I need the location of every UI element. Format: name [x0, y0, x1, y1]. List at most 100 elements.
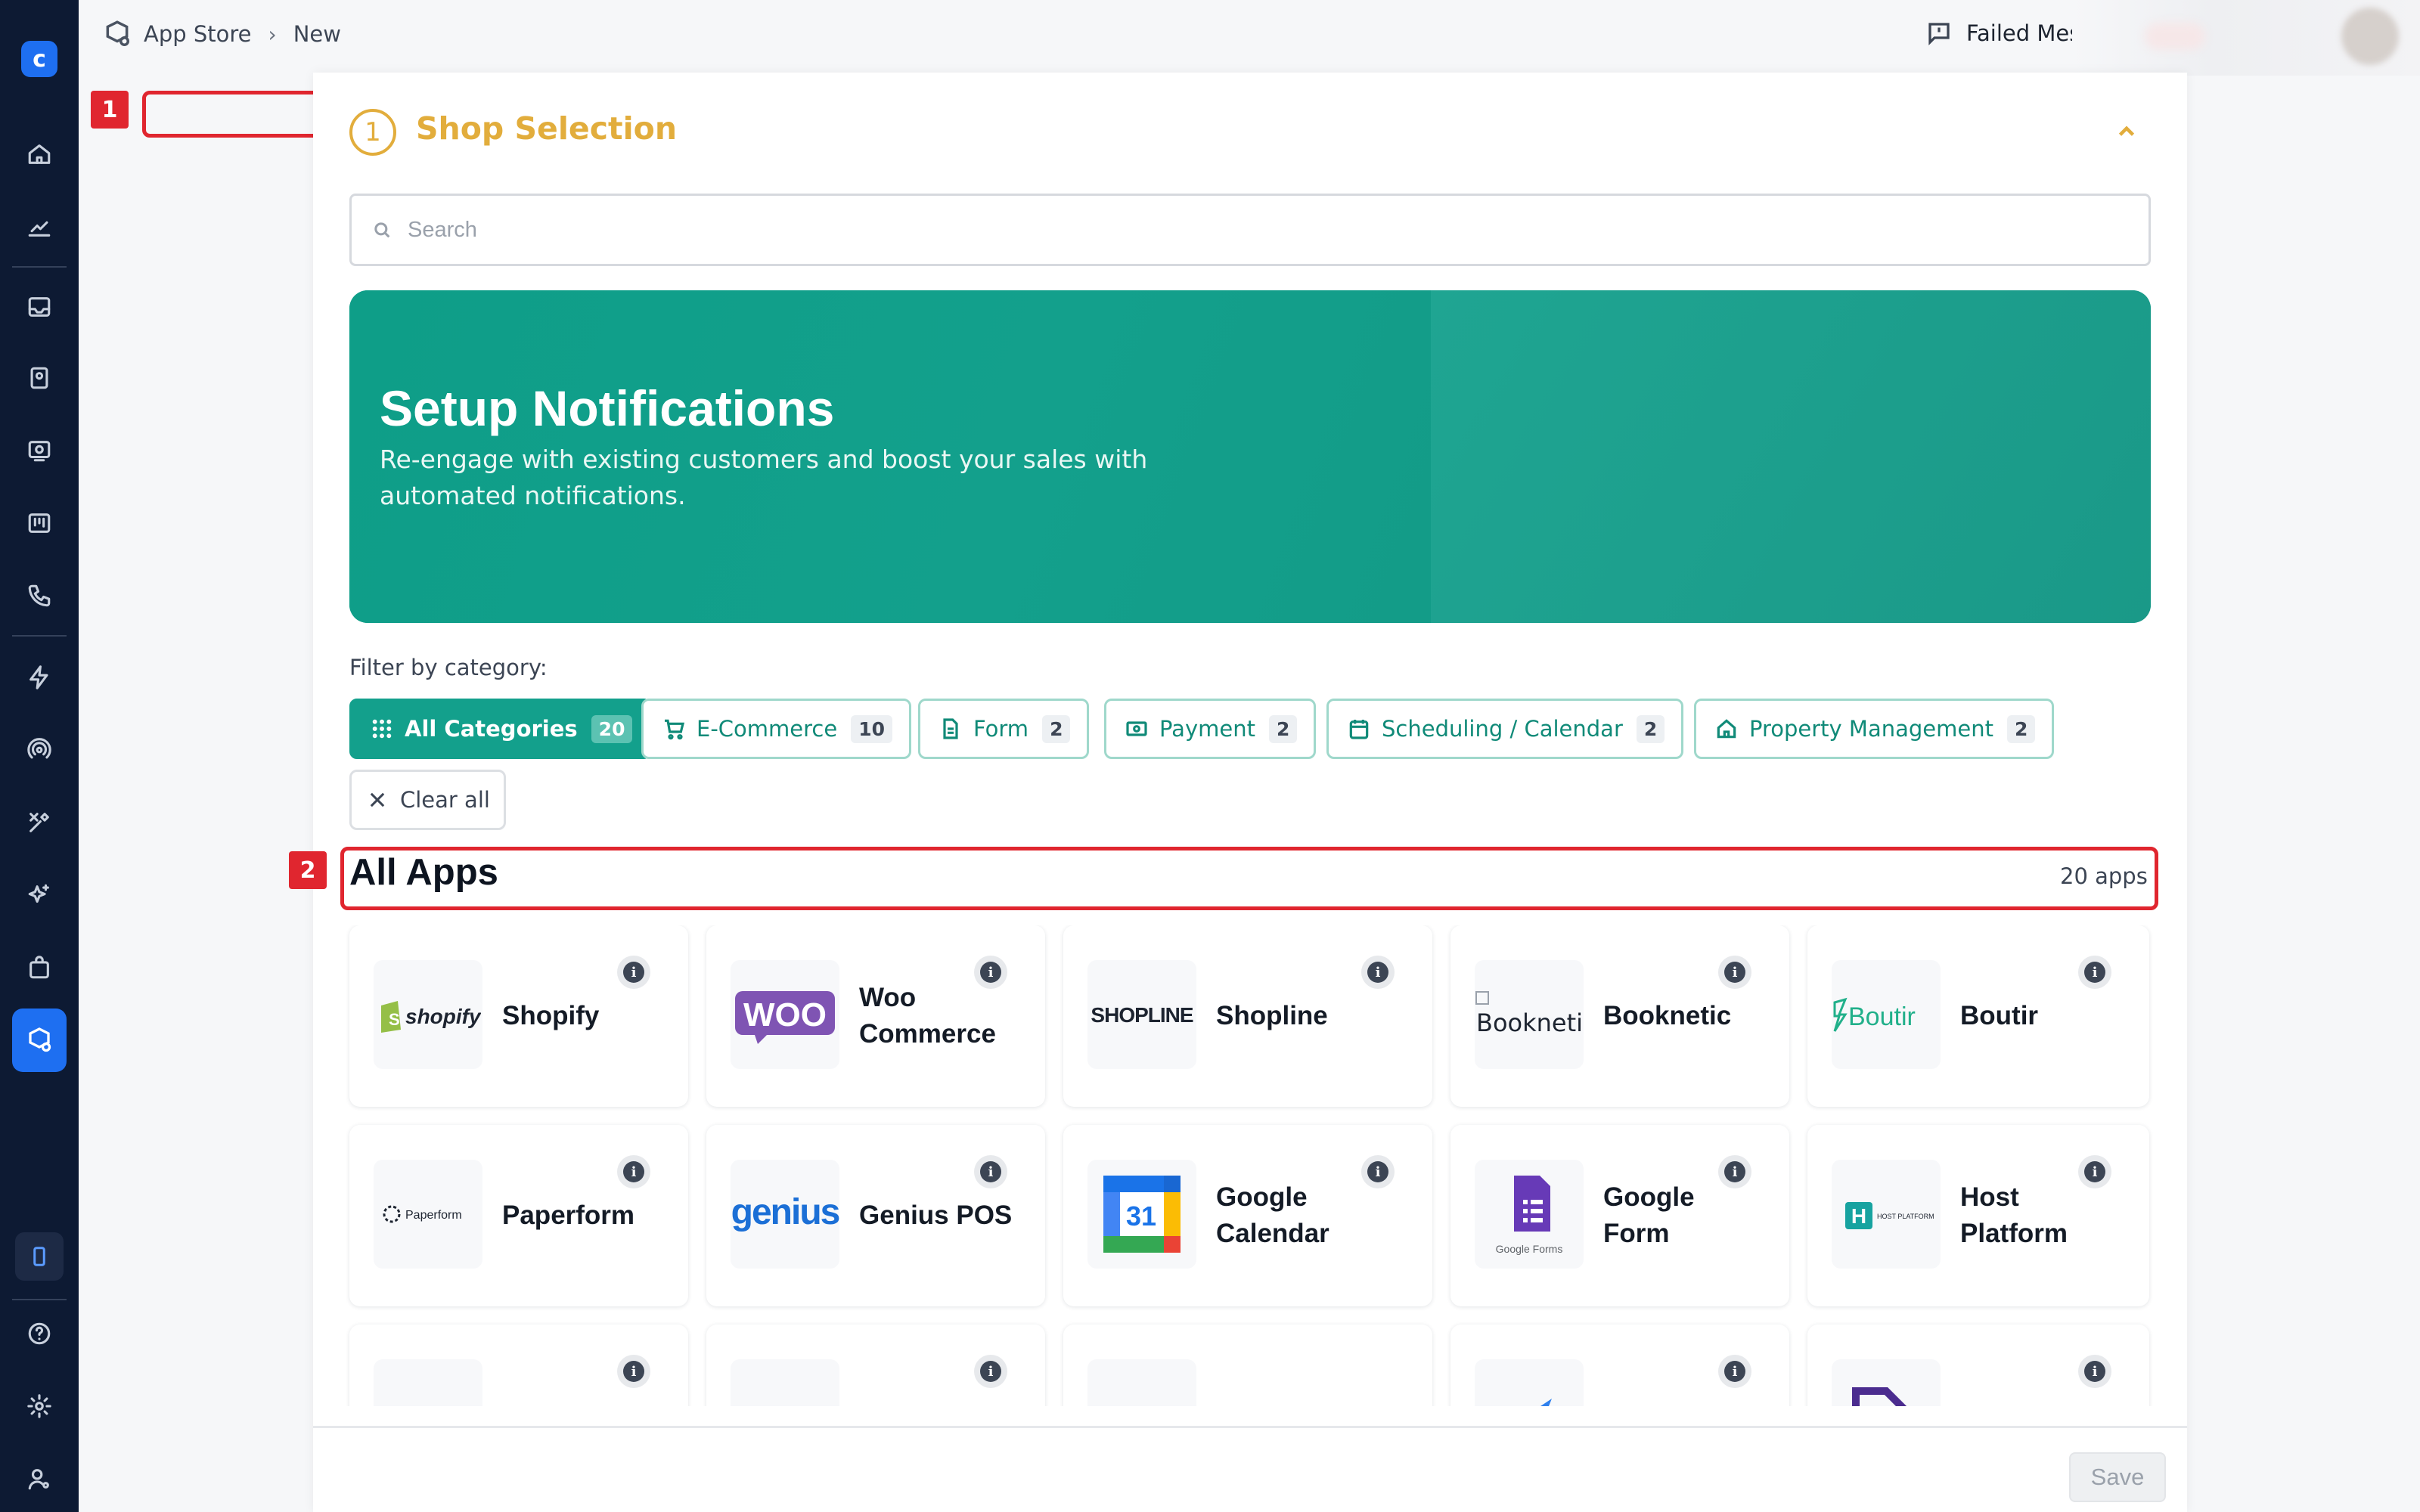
info-icon[interactable]: i — [617, 1155, 650, 1188]
app-name: Google Form — [1603, 1182, 1695, 1248]
logo-text: Google Forms — [1496, 1243, 1563, 1255]
app-name: Host Platform — [1960, 1182, 2068, 1248]
app-card-google-form[interactable]: Google Forms Google Form i — [1450, 1125, 1789, 1306]
chip-count: 2 — [1042, 714, 1071, 743]
app-name: Paperform — [502, 1201, 635, 1230]
info-icon[interactable]: i — [2078, 1355, 2111, 1388]
info-icon[interactable]: i — [2078, 956, 2111, 989]
grid-icon — [372, 719, 392, 739]
failed-messages-link[interactable]: Failed Messages — [1925, 20, 2072, 47]
automation-bolt-icon[interactable] — [24, 662, 54, 692]
category-chip-scheduling[interactable]: Scheduling / Calendar 2 — [1326, 699, 1684, 759]
app-card-partial[interactable]: i — [706, 1325, 1045, 1406]
setup-notifications-banner: Setup Notifications Re-engage with exist… — [349, 290, 2151, 623]
info-icon[interactable]: i — [617, 956, 650, 989]
settings-gear-icon[interactable] — [24, 1391, 54, 1421]
logo-text: shopify — [405, 1005, 481, 1028]
inbox-icon[interactable] — [24, 292, 54, 322]
app-card-partial[interactable]: i — [1807, 1325, 2149, 1406]
info-icon[interactable]: i — [1361, 956, 1395, 989]
failed-messages-label: Failed Messages — [1966, 20, 2072, 46]
app-logo-icon[interactable]: c — [21, 41, 57, 77]
phone-icon[interactable] — [24, 581, 54, 611]
calendar-icon — [1349, 720, 1369, 739]
home-icon[interactable] — [24, 139, 54, 169]
info-icon[interactable]: i — [617, 1355, 650, 1388]
breadcrumb-root[interactable]: App Store — [144, 21, 252, 47]
chip-label: Payment — [1159, 716, 1255, 742]
collapse-chevron-up-icon[interactable] — [2110, 115, 2143, 148]
info-icon[interactable]: i — [974, 956, 1007, 989]
search-input[interactable] — [408, 217, 2071, 243]
app-store-nav-item[interactable] — [12, 1009, 67, 1072]
search-field[interactable] — [349, 194, 2151, 266]
category-chip-all[interactable]: All Categories 20 — [349, 699, 652, 759]
app-card-boutir[interactable]: Boutir Boutir i — [1807, 925, 2149, 1107]
booknetic-logo-broken-image: Booknetic — [1475, 960, 1584, 1069]
channels-signal-icon[interactable] — [24, 735, 54, 765]
help-icon[interactable] — [24, 1318, 54, 1349]
info-icon[interactable]: i — [1361, 1155, 1395, 1188]
app-name: Booknetic — [1603, 1001, 1732, 1030]
avatar[interactable] — [2341, 8, 2399, 65]
boutir-logo: Boutir — [1832, 960, 1941, 1069]
info-icon[interactable]: i — [1718, 1355, 1751, 1388]
chip-count: 10 — [851, 714, 892, 743]
left-nav-rail: c — [0, 0, 79, 1512]
category-chip-payment[interactable]: Payment 2 — [1104, 699, 1317, 759]
svg-text:H: H — [1851, 1204, 1866, 1228]
info-icon[interactable]: i — [974, 1155, 1007, 1188]
chip-count: 20 — [591, 714, 633, 743]
analytics-icon[interactable] — [24, 212, 54, 242]
search-icon — [374, 222, 390, 238]
info-icon[interactable]: i — [1718, 1155, 1751, 1188]
logo-text: genius — [731, 1192, 839, 1232]
category-chip-ecommerce[interactable]: E-Commerce 10 — [641, 699, 911, 759]
mobile-device-icon[interactable] — [15, 1232, 64, 1281]
board-icon[interactable] — [24, 508, 54, 538]
chip-label: Scheduling / Calendar — [1382, 716, 1623, 742]
category-chip-property[interactable]: Property Management 2 — [1694, 699, 2055, 759]
step-title: Shop Selection — [416, 110, 678, 147]
clear-all-button[interactable]: Clear all — [349, 770, 506, 830]
app-card-shopify[interactable]: Sshopify Shopify i — [349, 925, 688, 1107]
annotation-marker-1: 1 — [91, 91, 129, 129]
app-card-booknetic[interactable]: Booknetic Booknetic i — [1450, 925, 1789, 1107]
broadcast-icon[interactable] — [24, 435, 54, 466]
category-chip-form[interactable]: Form 2 — [918, 699, 1090, 759]
annotation-marker-2: 2 — [289, 851, 327, 889]
app-card-woocommerce[interactable]: WOO Woo Commerce i — [706, 925, 1045, 1107]
info-icon[interactable]: i — [2078, 1155, 2111, 1188]
app-card-partial[interactable]: i — [349, 1325, 688, 1406]
shop-bag-icon[interactable] — [24, 953, 54, 983]
breadcrumb-current: New — [293, 21, 341, 47]
info-icon[interactable]: i — [974, 1355, 1007, 1388]
chip-label: Form — [973, 716, 1029, 742]
app-card-paperform[interactable]: Paperform Paperform i — [349, 1125, 688, 1306]
app-card-google-calendar[interactable]: 31 Google Calendar i — [1063, 1125, 1432, 1306]
message-alert-icon — [1928, 23, 1950, 45]
save-button[interactable]: Save — [2069, 1452, 2166, 1502]
tools-icon[interactable] — [24, 807, 54, 838]
app-name: Genius POS — [859, 1201, 1013, 1230]
house-icon — [1717, 719, 1736, 739]
app-name: Shopify — [502, 1001, 600, 1030]
app-card-host-platform[interactable]: H HOST PLATFORM Host Platform i — [1807, 1125, 2149, 1306]
contacts-icon[interactable] — [24, 363, 54, 393]
app-card-partial[interactable]: i — [1450, 1325, 1789, 1406]
app-name: Shopline — [1216, 1001, 1328, 1030]
cart-icon — [665, 719, 685, 740]
panel-footer: Save — [313, 1426, 2187, 1512]
app-card-genius-pos[interactable]: genius Genius POS i — [706, 1125, 1045, 1306]
app-card-shopline[interactable]: SHOPLINE Shopline i — [1063, 925, 1432, 1107]
step-number: 1 — [349, 109, 396, 156]
user-settings-icon[interactable] — [24, 1464, 54, 1494]
logo-text: 31 — [1126, 1201, 1156, 1232]
ai-sparkle-icon[interactable] — [24, 880, 54, 910]
app-card-partial[interactable] — [1063, 1325, 1432, 1406]
info-icon[interactable]: i — [1718, 956, 1751, 989]
paper-plane-logo — [1475, 1359, 1584, 1406]
app-name: Boutir — [1960, 1001, 2039, 1030]
apps-grid: Sshopify Shopify i WOO Woo Commerce i SH… — [313, 925, 2187, 1406]
app-name: Woo Commerce — [859, 983, 996, 1049]
